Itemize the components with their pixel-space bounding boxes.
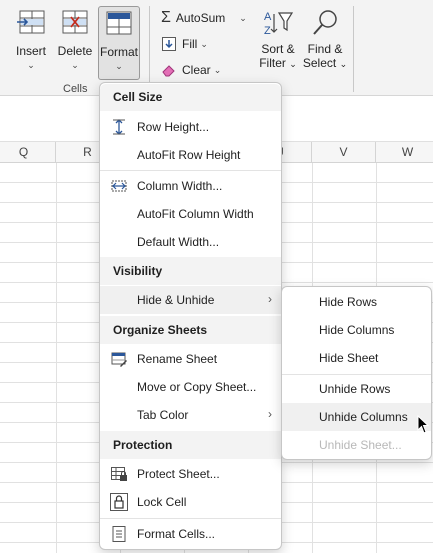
- submenu-item-hide-sheet[interactable]: Hide Sheet: [282, 344, 431, 372]
- cells-group-label: Cells: [63, 83, 88, 95]
- chevron-down-icon: ⌄: [239, 12, 247, 23]
- default-width-label: Default Width...: [137, 235, 220, 249]
- menu-item-format-cells[interactable]: Format Cells...: [100, 520, 281, 548]
- find-select-line2-wrap: Select ⌄: [302, 56, 348, 71]
- autofit-column-label: AutoFit Column Width: [137, 207, 254, 221]
- menu-item-autofit-row-height[interactable]: AutoFit Row Height: [100, 141, 281, 169]
- unhide-sheet-label: Unhide Sheet...: [319, 438, 402, 452]
- row-height-icon: [113, 119, 125, 135]
- delete-cells-icon: [62, 10, 88, 34]
- section-organize-sheets: Organize Sheets: [100, 316, 281, 344]
- chevron-right-icon: ›: [268, 407, 272, 421]
- sort-filter-line1: Sort &: [261, 42, 295, 56]
- group-separator: [353, 6, 354, 92]
- clear-label: Clear: [182, 63, 211, 77]
- protect-sheet-label: Protect Sheet...: [137, 467, 220, 481]
- fill-label: Fill: [182, 37, 198, 51]
- sort-filter-line2-wrap: Filter ⌄: [256, 56, 300, 71]
- magnifier-icon: [313, 10, 337, 35]
- rename-sheet-icon: [111, 352, 127, 367]
- autosum-button[interactable]: Σ AutoSum ⌄: [161, 8, 247, 28]
- hide-columns-label: Hide Columns: [319, 323, 395, 337]
- menu-item-row-height[interactable]: Row Height...: [100, 113, 281, 141]
- menu-item-column-width[interactable]: Column Width...: [100, 172, 281, 200]
- hide-sheet-label: Hide Sheet: [319, 351, 379, 365]
- column-header-v[interactable]: V: [312, 142, 376, 163]
- svg-text:Z: Z: [264, 25, 271, 37]
- section-protection: Protection: [100, 431, 281, 459]
- submenu-item-unhide-rows[interactable]: Unhide Rows: [282, 375, 431, 403]
- fill-button[interactable]: Fill ⌄: [161, 34, 208, 54]
- rename-sheet-label: Rename Sheet: [137, 352, 218, 366]
- menu-item-protect-sheet[interactable]: Protect Sheet...: [100, 460, 281, 488]
- lock-cell-label: Lock Cell: [137, 495, 187, 509]
- format-label: Format: [99, 45, 138, 59]
- fill-down-icon: [162, 37, 176, 51]
- unhide-rows-label: Unhide Rows: [319, 382, 391, 396]
- group-separator: [149, 6, 150, 92]
- column-width-icon: [111, 180, 127, 192]
- unhide-columns-label: Unhide Columns: [319, 410, 408, 424]
- find-select-line2: Select: [302, 56, 337, 70]
- chevron-down-icon: ⌄: [339, 59, 348, 69]
- format-cells-label: Format Cells...: [137, 527, 216, 541]
- menu-item-rename-sheet[interactable]: Rename Sheet: [100, 345, 281, 373]
- insert-cells-icon: [17, 10, 45, 34]
- section-visibility: Visibility: [100, 257, 281, 285]
- mouse-cursor-icon: [417, 415, 429, 434]
- format-cells-dialog-icon: [112, 526, 126, 542]
- tab-color-label: Tab Color: [137, 408, 189, 422]
- chevron-down-icon: ⌄: [115, 61, 123, 71]
- sort-filter-button[interactable]: A Z Sort & Filter ⌄: [256, 8, 300, 71]
- submenu-item-unhide-sheet: Unhide Sheet...: [282, 431, 431, 459]
- insert-label: Insert: [15, 44, 46, 58]
- menu-item-autofit-column-width[interactable]: AutoFit Column Width: [100, 200, 281, 228]
- column-header-w[interactable]: W: [376, 142, 433, 163]
- menu-item-lock-cell[interactable]: Lock Cell: [100, 488, 281, 516]
- sort-filter-line2: Filter: [259, 56, 286, 70]
- svg-text:A: A: [264, 11, 272, 23]
- submenu-item-unhide-columns[interactable]: Unhide Columns: [282, 403, 431, 431]
- autofit-row-label: AutoFit Row Height: [137, 148, 241, 162]
- menu-separator: [100, 170, 281, 171]
- format-dropdown-menu: Cell Size Row Height... AutoFit Row Heig…: [99, 82, 282, 550]
- insert-button[interactable]: Insert ⌄: [10, 8, 52, 70]
- menu-item-hide-unhide[interactable]: Hide & Unhide ›: [100, 286, 281, 314]
- sort-filter-icon: A Z: [264, 11, 294, 37]
- submenu-item-hide-rows[interactable]: Hide Rows: [282, 288, 431, 316]
- column-width-label: Column Width...: [137, 179, 223, 193]
- delete-button[interactable]: Delete ⌄: [54, 8, 96, 70]
- menu-item-default-width[interactable]: Default Width...: [100, 228, 281, 256]
- hide-unhide-label: Hide & Unhide: [137, 293, 215, 307]
- autosum-label: AutoSum: [175, 11, 226, 25]
- find-select-button[interactable]: Find & Select ⌄: [302, 8, 348, 71]
- menu-item-move-copy-sheet[interactable]: Move or Copy Sheet...: [100, 373, 281, 401]
- chevron-down-icon: ⌄: [71, 60, 79, 70]
- move-copy-label: Move or Copy Sheet...: [137, 380, 257, 394]
- chevron-down-icon: ⌄: [27, 60, 35, 70]
- format-button[interactable]: Format ⌄: [98, 6, 140, 80]
- sigma-icon: Σ: [161, 9, 171, 26]
- eraser-icon: [162, 65, 175, 77]
- menu-item-tab-color[interactable]: Tab Color ›: [100, 401, 281, 429]
- column-header-q[interactable]: Q: [0, 142, 56, 163]
- section-cell-size: Cell Size: [100, 84, 281, 111]
- protect-sheet-icon: [111, 467, 127, 481]
- chevron-down-icon: ⌄: [200, 38, 208, 49]
- submenu-item-hide-columns[interactable]: Hide Columns: [282, 316, 431, 344]
- format-cells-icon: [106, 11, 132, 35]
- find-select-line1: Find &: [307, 42, 343, 56]
- row-height-label: Row Height...: [137, 120, 210, 134]
- hide-unhide-submenu: Hide Rows Hide Columns Hide Sheet Unhide…: [281, 286, 432, 460]
- menu-separator: [100, 518, 281, 519]
- hide-rows-label: Hide Rows: [319, 295, 378, 309]
- lock-icon: [110, 493, 128, 511]
- chevron-down-icon: ⌄: [289, 59, 297, 69]
- chevron-down-icon: ⌄: [213, 64, 222, 75]
- delete-label: Delete: [57, 44, 93, 58]
- clear-button[interactable]: Clear ⌄: [161, 60, 221, 80]
- chevron-right-icon: ›: [268, 292, 272, 306]
